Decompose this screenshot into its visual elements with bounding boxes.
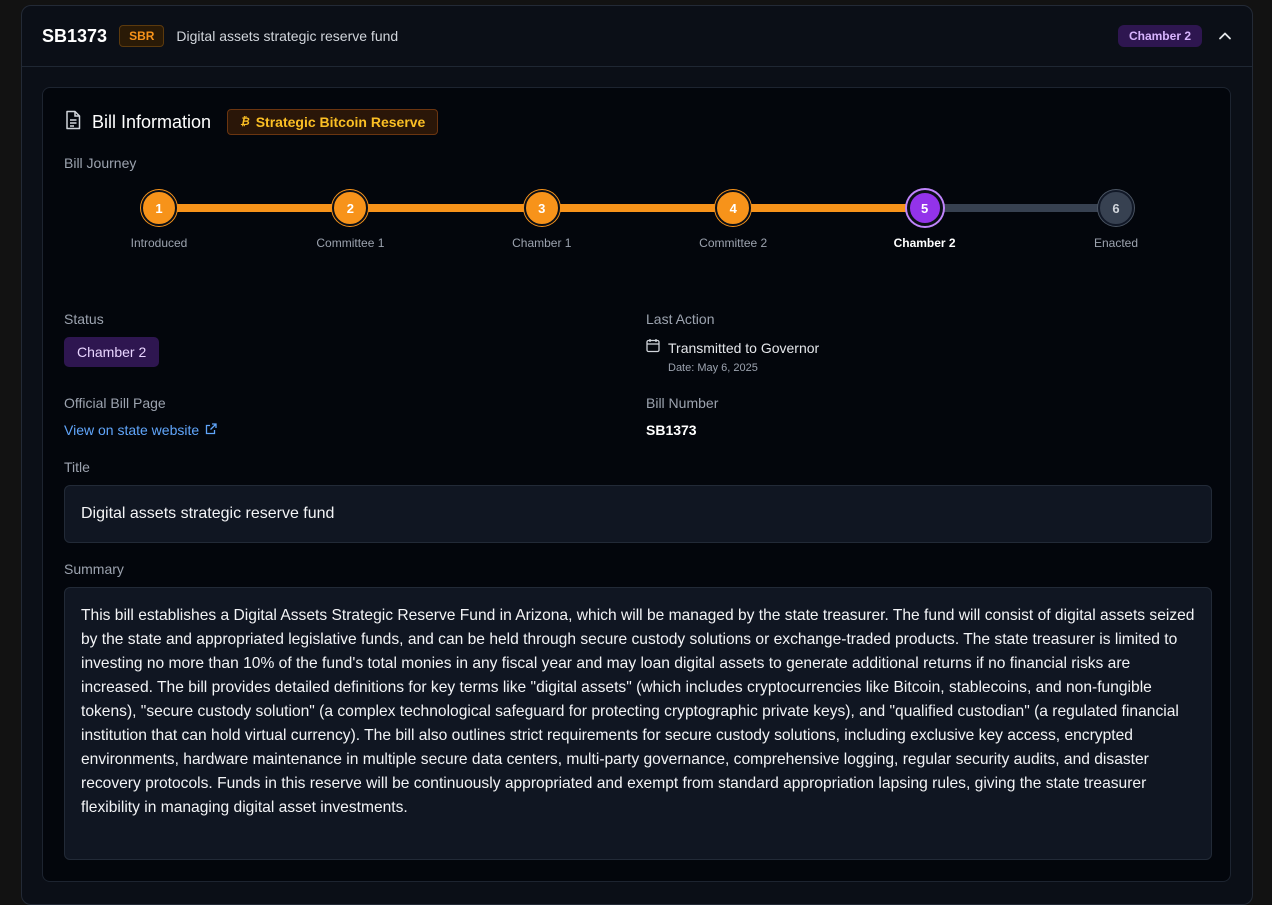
sbr-badge: SBR <box>119 25 165 47</box>
bill-information-header: Bill Information ₿ Strategic Bitcoin Res… <box>64 109 439 135</box>
bill-journey: 1 Introduced 2 Committee 1 3 Chamber 1 4 Commit… <box>43 188 1232 258</box>
journey-step-4: 4 <box>715 190 752 226</box>
section-title: Bill Information <box>92 111 212 132</box>
bill-id: SB1373 <box>42 25 108 46</box>
state-website-link[interactable]: View on state website <box>64 422 217 438</box>
journey-step-6: 6 <box>1098 190 1134 226</box>
bill-information-panel: Bill Information ₿ Strategic Bitcoin Res… <box>42 87 1231 882</box>
journey-connector <box>159 204 351 212</box>
journey-step-5: 5 <box>906 190 943 226</box>
state-website-link-text[interactable]: View on state website <box>64 422 199 438</box>
journey-connector <box>733 204 925 212</box>
category-badge-label: Strategic Bitcoin Reserve <box>255 114 426 130</box>
journey-step-label: Committee 2 <box>699 236 768 250</box>
bill-card-header[interactable]: SB1373 SBR Digital assets strategic rese… <box>22 6 1252 67</box>
journey-step-3: 3 <box>523 190 560 226</box>
journey-connector <box>350 204 542 212</box>
official-page-label: Official Bill Page <box>64 395 166 411</box>
summary-label: Summary <box>64 561 124 577</box>
external-link-icon[interactable] <box>205 422 217 438</box>
journey-step-1: 1 <box>141 190 177 226</box>
title-box: Digital assets strategic reserve fund <box>64 485 1212 543</box>
journey-step-label: Committee 1 <box>316 236 385 250</box>
summary-box: This bill establishes a Digital Assets S… <box>64 587 1212 860</box>
journey-connector <box>924 204 1116 212</box>
journey-step-label: Introduced <box>130 236 188 250</box>
bill-number-value: SB1373 <box>646 422 697 438</box>
status-label: Status <box>64 311 104 327</box>
category-badge: ₿ Strategic Bitcoin Reserve <box>227 109 439 135</box>
bitcoin-icon: ₿ <box>240 116 250 128</box>
title-label: Title <box>64 459 90 475</box>
bill-number-label: Bill Number <box>646 395 719 411</box>
last-action-text: Transmitted to Governor <box>668 340 820 356</box>
header-title: Digital assets strategic reserve fund <box>176 28 399 44</box>
chamber-badge: Chamber 2 <box>1117 25 1202 47</box>
status-badge: Chamber 2 <box>64 337 160 367</box>
chevron-up-icon[interactable] <box>1218 29 1232 43</box>
journey-step-2: 2 <box>332 190 369 226</box>
journey-step-label: Chamber 2 <box>893 236 956 250</box>
bill-card: SB1373 SBR Digital assets strategic rese… <box>21 5 1253 905</box>
journey-step-label: Chamber 1 <box>512 236 572 250</box>
journey-step-label: Enacted <box>1093 236 1139 250</box>
last-action: Transmitted to Governor <box>646 338 819 358</box>
journey-connector <box>541 204 734 212</box>
last-action-date: Date: May 6, 2025 <box>668 362 758 374</box>
last-action-label: Last Action <box>646 311 715 327</box>
calendar-icon <box>646 338 660 358</box>
document-icon <box>64 110 82 135</box>
journey-label: Bill Journey <box>64 155 137 171</box>
